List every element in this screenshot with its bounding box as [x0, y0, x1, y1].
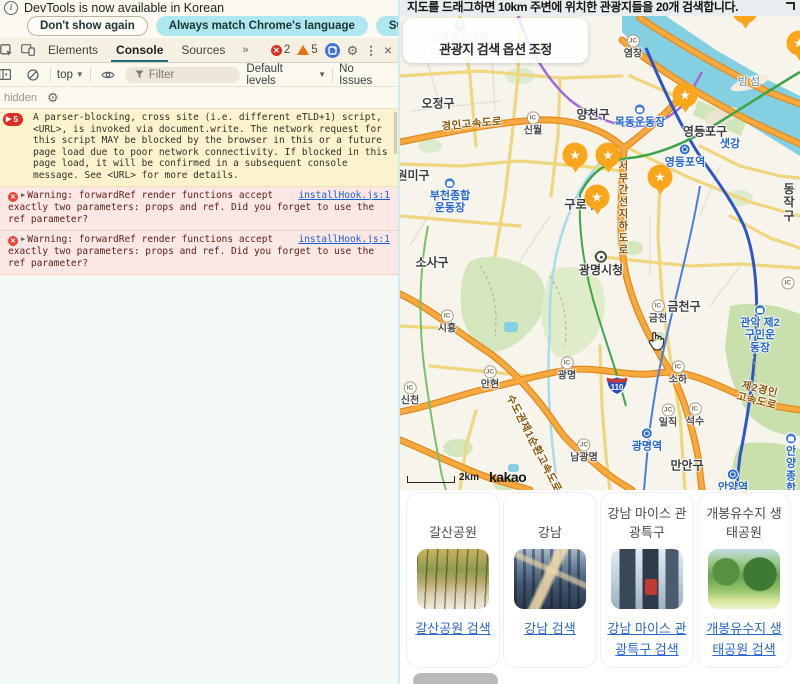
poi-search-link[interactable]: 개봉유수지 생태공원 검색 [703, 619, 785, 661]
close-devtools-icon[interactable]: × [384, 42, 392, 58]
search-options-card[interactable]: 관광지 검색 옵션 조정 [403, 18, 588, 63]
console-empty-area[interactable] [0, 277, 398, 684]
devtools-panel: i DevTools is now available in Korean Do… [0, 0, 400, 684]
match-language-button[interactable]: Always match Chrome's language [156, 16, 368, 36]
poi-thumbnail [611, 549, 683, 609]
poi-marker[interactable]: ★ [563, 143, 588, 168]
svg-text:110: 110 [611, 383, 624, 392]
devtools-tabbar: Elements Console Sources » ✕ 2 5 ⚙ ⋮ × [0, 38, 398, 63]
poi-search-link[interactable]: 강남 검색 [509, 619, 591, 640]
warning-count-icon[interactable] [297, 45, 309, 55]
infobar-message: DevTools is now available in Korean [24, 1, 224, 15]
source-link[interactable]: installHook.js:1 [298, 190, 390, 202]
poi-marker[interactable]: ★ [648, 165, 673, 190]
devtools-language-infobar: i DevTools is now available in Korean Do… [0, 0, 398, 38]
expand-caret-icon[interactable]: ▶ [21, 191, 25, 199]
inspect-element-icon[interactable] [0, 42, 15, 58]
error-count[interactable]: 2 [284, 44, 290, 56]
poi-card: 강남 강남 검색 [503, 492, 597, 668]
clear-console-icon[interactable] [24, 67, 42, 83]
warning-text: A parser-blocking, cross site (i.e. diff… [33, 112, 388, 181]
more-tabs-icon[interactable]: » [236, 42, 254, 58]
console-error-message: installHook.js:1 ✕▶Warning: forwardRef r… [0, 187, 398, 231]
loading-pill [413, 673, 498, 684]
tab-console[interactable]: Console [107, 38, 172, 62]
tab-sources[interactable]: Sources [172, 38, 234, 62]
hidden-label: hidden [4, 92, 37, 104]
poi-search-link[interactable]: 강남 마이스 관광특구 검색 [606, 619, 688, 661]
warning-count[interactable]: 5 [311, 44, 317, 56]
scale-label: 2km [459, 473, 479, 483]
poi-title: 갈산공원 [410, 495, 496, 547]
switch-devtools-button[interactable]: Switch DevTo [376, 16, 400, 36]
context-selector[interactable]: top▼ [57, 69, 84, 81]
repeat-count-badge[interactable]: ▶5 [3, 113, 23, 126]
console-messages: ▶5 A parser-blocking, cross site (i.e. d… [0, 109, 398, 301]
console-sidebar-hidden-row: hidden ⚙ [0, 87, 398, 109]
poi-thumbnail [708, 549, 780, 609]
route-110-shield: 110 [605, 375, 629, 401]
poi-title: 강남 마이스 관광특구 [604, 495, 690, 547]
devtools-promo-icon[interactable] [325, 43, 340, 58]
expand-caret-icon[interactable]: ▶ [21, 235, 25, 243]
kakao-map[interactable]: 110 관광지 검색 옵션 조정 2km kakao 오정구양천구영등포구원미구… [400, 16, 800, 490]
error-icon: ✕ [8, 192, 18, 202]
console-toolbar: top▼ Filter Default levels▼ No Issues [0, 63, 398, 87]
info-icon: i [4, 1, 18, 15]
error-count-icon[interactable]: ✕ [271, 45, 282, 56]
poi-card: 갈산공원 갈산공원 검색 [406, 492, 500, 668]
issues-counter[interactable]: No Issues [339, 63, 398, 87]
scale-line [407, 476, 455, 483]
poi-thumbnail [417, 549, 489, 609]
map-instruction-bar: 지도를 드래그하면 10km 주변에 위치한 관광지들을 20개 검색합니다. [400, 0, 800, 16]
poi-card: 개봉유수지 생태공원 개봉유수지 생태공원 검색 [697, 492, 791, 668]
poi-marker[interactable]: ★ [596, 143, 621, 168]
kebab-menu-icon[interactable]: ⋮ [365, 43, 377, 57]
poi-marker[interactable]: ★ [585, 185, 610, 210]
poi-thumbnail [514, 549, 586, 609]
device-toolbar-icon[interactable] [19, 42, 37, 58]
screen: i DevTools is now available in Korean Do… [0, 0, 800, 684]
console-error-message: installHook.js:1 ✕▶Warning: forwardRef r… [0, 231, 398, 275]
log-levels-dropdown[interactable]: Default levels▼ [246, 63, 326, 87]
map-instruction-text: 지도를 드래그하면 10km 주변에 위치한 관광지들을 20개 검색합니다. [407, 0, 738, 14]
search-options-label[interactable]: 관광지 검색 옵션 조정 [439, 39, 551, 58]
tab-elements[interactable]: Elements [39, 38, 107, 62]
console-scrollbar[interactable] [394, 112, 397, 154]
settings-gear-icon[interactable]: ⚙ [347, 44, 359, 57]
eye-icon[interactable] [99, 67, 117, 83]
poi-card: 강남 마이스 관광특구 강남 마이스 관광특구 검색 [600, 492, 694, 668]
hidden-gear-icon[interactable]: ⚙ [47, 91, 59, 104]
map-base-layers [400, 16, 800, 490]
text-cursor-mark [786, 2, 795, 10]
error-icon: ✕ [8, 236, 18, 246]
kakao-logo: kakao [489, 471, 526, 483]
poi-marker[interactable]: ★ [673, 83, 698, 108]
poi-search-link[interactable]: 갈산공원 검색 [412, 619, 494, 640]
console-filter-input[interactable]: Filter [125, 67, 241, 83]
source-link[interactable]: installHook.js:1 [298, 234, 390, 246]
map-scale: 2km kakao [407, 471, 526, 483]
poi-results-section: 갈산공원 갈산공원 검색 강남 강남 검색 강남 마이스 관광특구 강남 마이스… [400, 490, 800, 684]
funnel-icon [135, 70, 144, 79]
console-sidebar-icon[interactable] [0, 67, 14, 83]
dont-show-again-button[interactable]: Don't show again [27, 16, 148, 36]
poi-title: 강남 [507, 495, 593, 547]
hand-cursor-icon [647, 330, 666, 356]
poi-title: 개봉유수지 생태공원 [701, 495, 787, 547]
console-warning-message: ▶5 A parser-blocking, cross site (i.e. d… [0, 109, 398, 187]
